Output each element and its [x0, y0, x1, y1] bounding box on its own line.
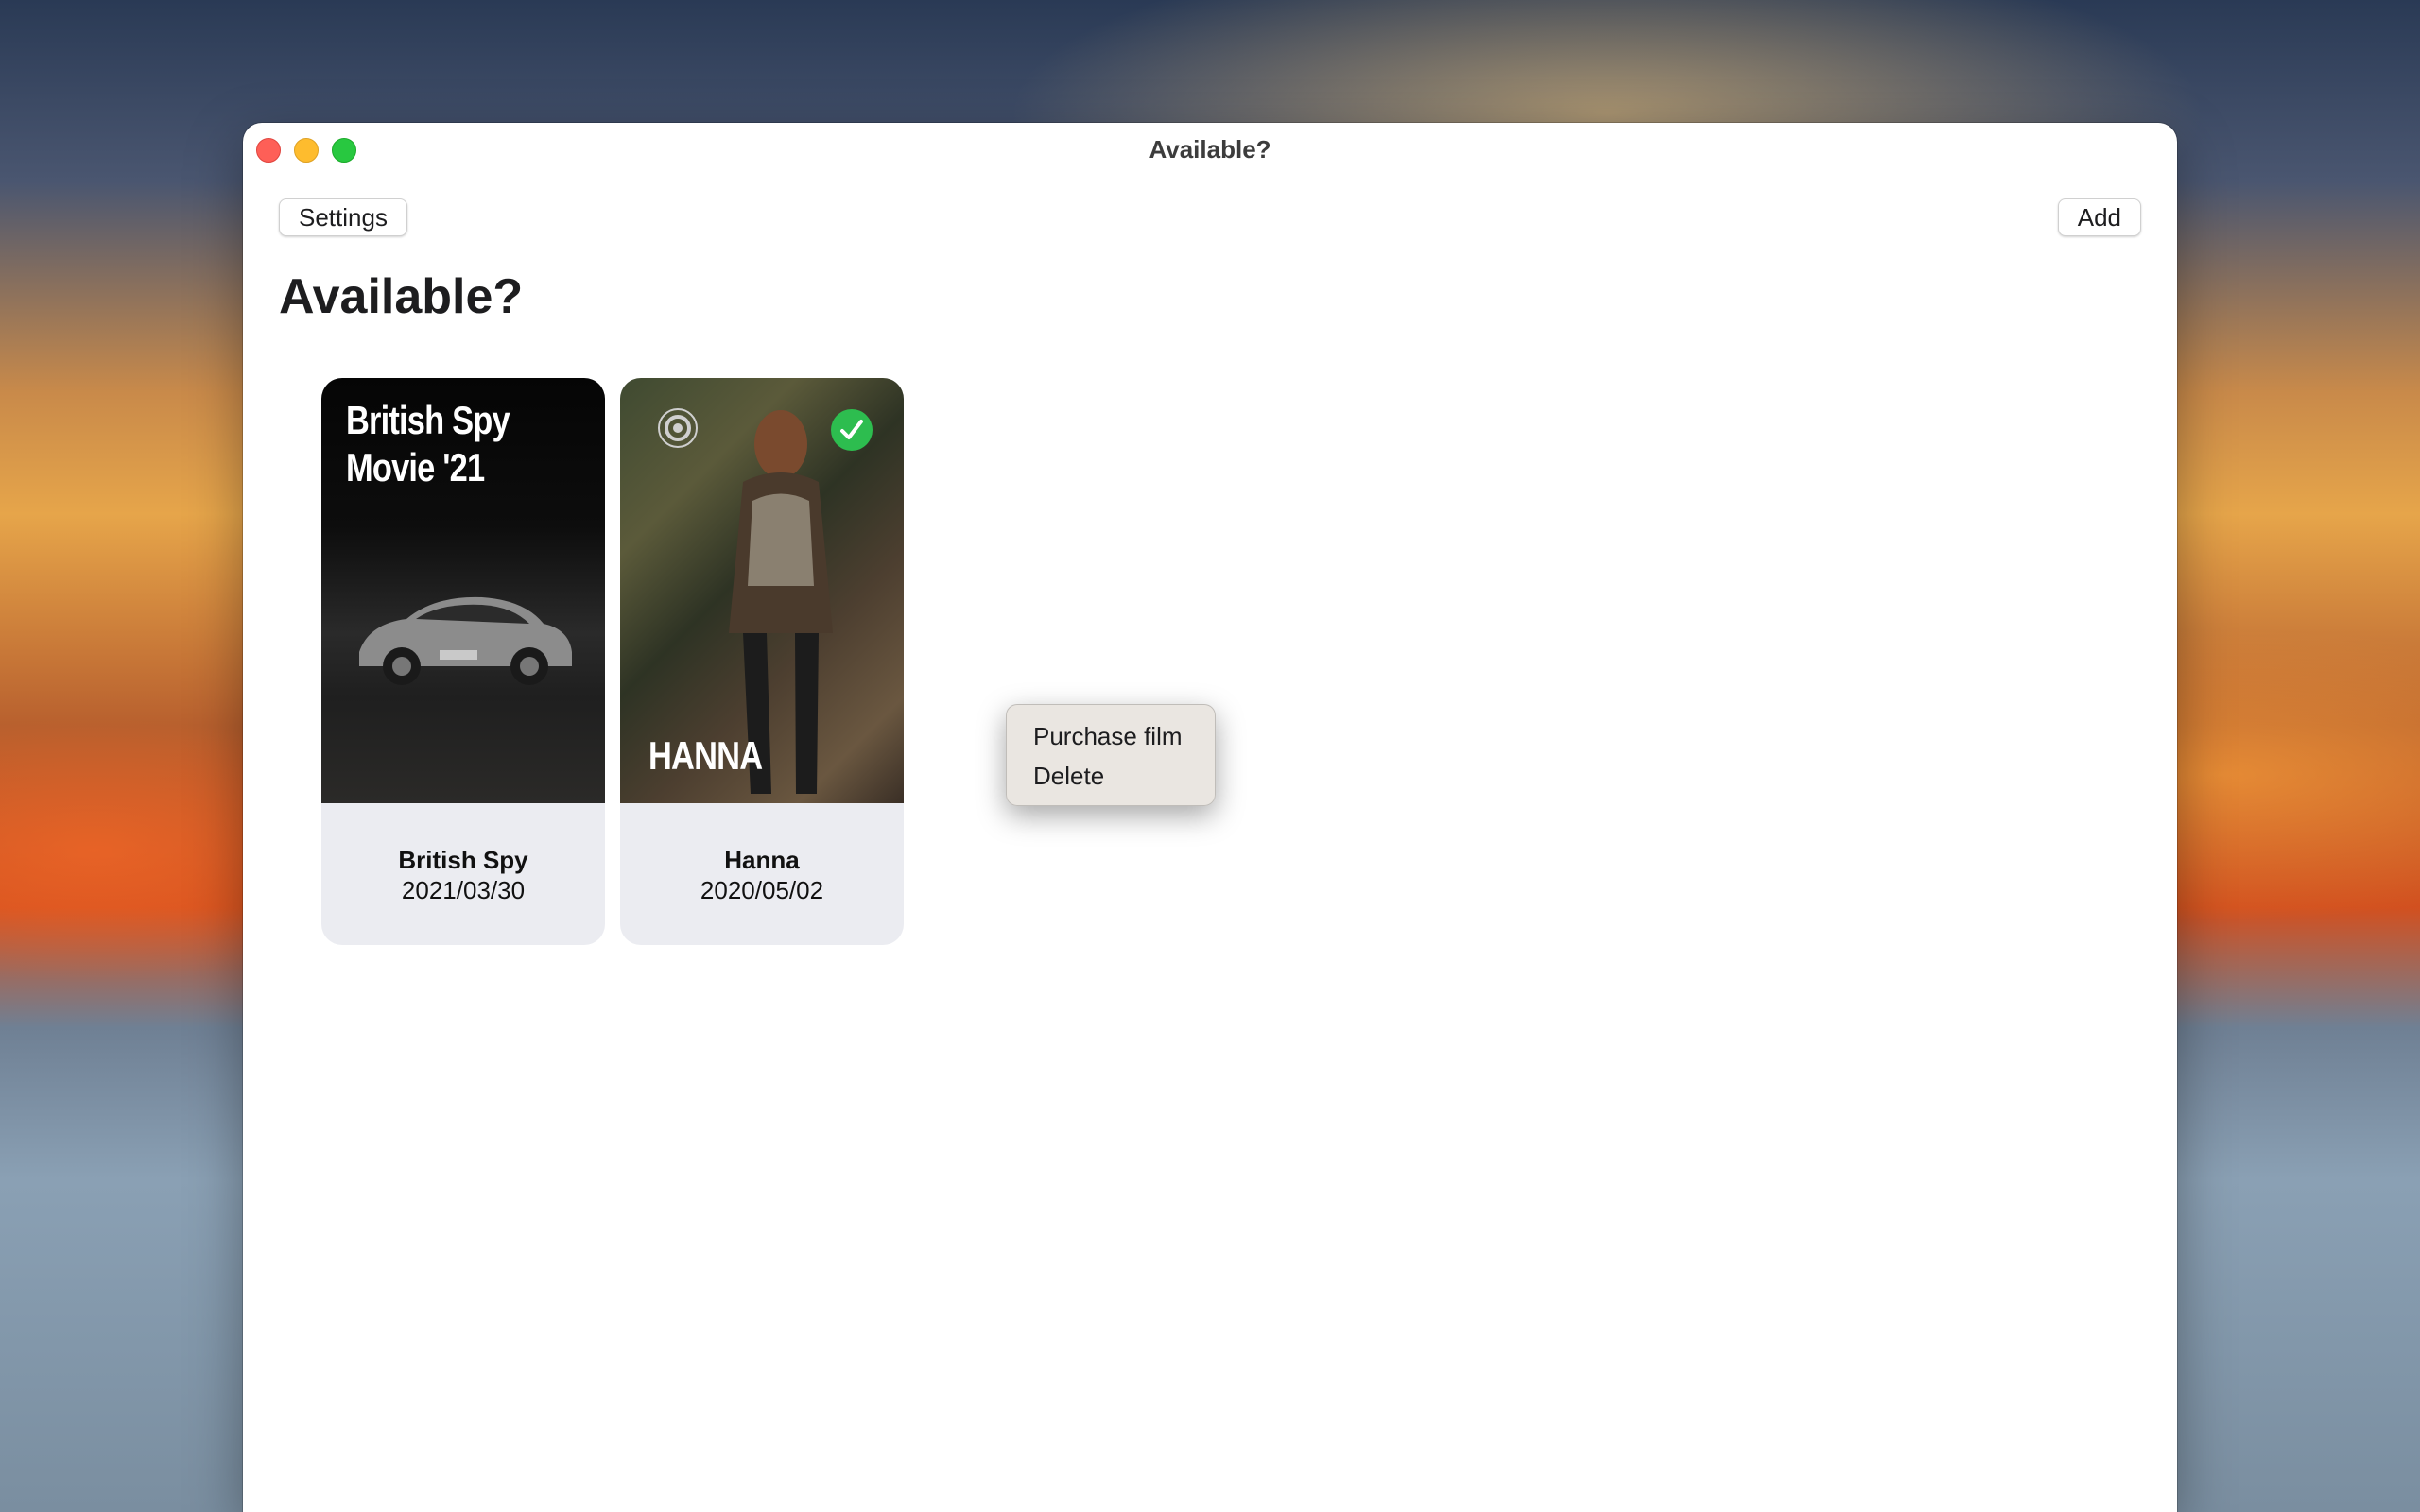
film-date: 2020/05/02	[700, 876, 824, 904]
poster-title-line-2: Movie '21	[346, 445, 485, 490]
target-icon	[658, 408, 698, 448]
poster-title-line-1: British Spy	[346, 398, 510, 442]
title-bar: Available?	[243, 123, 2177, 176]
context-menu: Purchase film Delete	[1006, 704, 1216, 806]
card-footer: British Spy 2021/03/30	[321, 803, 605, 945]
menu-item-purchase-film[interactable]: Purchase film	[1007, 716, 1215, 756]
film-name: Hanna	[724, 846, 800, 874]
app-window: Available? Settings Add Available? Briti…	[243, 123, 2177, 1512]
film-name: British Spy	[398, 846, 528, 874]
film-card-hanna[interactable]: HANNA Hanna 2020/05/02	[620, 378, 904, 945]
page-title: Available?	[279, 269, 524, 324]
car-illustration	[359, 596, 572, 685]
poster-image: HANNA	[620, 378, 904, 803]
film-date: 2021/03/30	[401, 876, 526, 904]
poster-title: British Spy Movie '21	[346, 397, 510, 491]
poster-image: British Spy Movie '21	[321, 378, 605, 803]
add-button[interactable]: Add	[2057, 198, 2141, 236]
settings-button[interactable]: Settings	[279, 198, 407, 236]
checkmark-circle-icon	[831, 409, 873, 451]
menu-item-delete[interactable]: Delete	[1007, 756, 1215, 796]
poster-title: HANNA	[648, 733, 763, 778]
window-title: Available?	[1149, 135, 1271, 163]
film-card-british-spy[interactable]: British Spy Movie '21 British Spy 2021/0…	[321, 378, 605, 945]
card-footer: Hanna 2020/05/02	[620, 803, 904, 945]
